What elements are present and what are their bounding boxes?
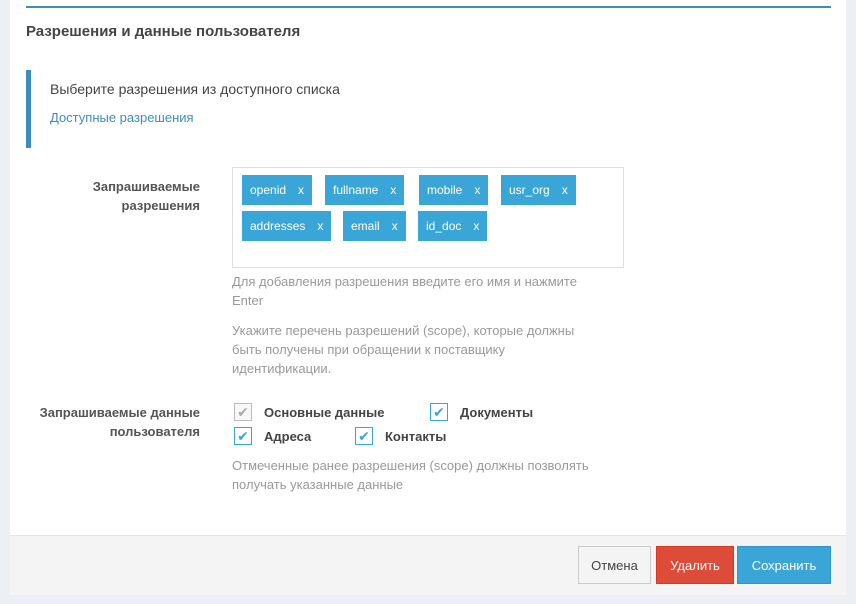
save-button[interactable]: Сохранить — [737, 546, 831, 584]
cancel-button[interactable]: Отмена — [578, 546, 651, 584]
checkmark-icon: ✔ — [234, 403, 252, 421]
tag-email: email x — [343, 211, 406, 241]
scopes-tag-input[interactable]: openid x fullname x mobile x usr_org x addre… — [232, 167, 624, 268]
delete-button[interactable]: Удалить — [656, 546, 734, 584]
remove-tag-icon[interactable]: x — [298, 183, 304, 197]
remove-tag-icon[interactable]: x — [562, 183, 568, 197]
remove-tag-icon[interactable]: x — [473, 219, 479, 233]
section-title: Разрешения и данные пользователя — [26, 23, 301, 40]
remove-tag-icon[interactable]: x — [392, 219, 398, 233]
info-callout: Выберите разрешения из доступного списка… — [26, 70, 836, 148]
available-scopes-link[interactable]: Доступные разрешения — [50, 110, 194, 125]
scopes-help-description: Укажите перечень разрешений (scope), кот… — [232, 323, 575, 376]
tag-fullname: fullname x — [325, 175, 405, 205]
tag-id-doc: id_doc x — [418, 211, 488, 241]
checkmark-icon: ✔ — [234, 427, 252, 445]
scopes-label: Запрашиваемые разрешения — [92, 179, 200, 213]
top-divider — [26, 6, 831, 8]
checkbox-documents[interactable]: ✔ Документы — [430, 403, 533, 421]
remove-tag-icon[interactable]: x — [474, 183, 480, 197]
checkbox-contacts[interactable]: ✔ Контакты — [355, 427, 446, 445]
tag-openid: openid x — [242, 175, 313, 205]
form-footer: Отмена Удалить Сохранить — [10, 535, 846, 595]
userdata-label: Запрашиваемые данные пользователя — [39, 405, 200, 439]
userdata-help: Отмеченные ранее разрешения (scope) долж… — [232, 458, 589, 492]
callout-text: Выберите разрешения из доступного списка — [50, 81, 340, 97]
tag-usr-org: usr_org x — [501, 175, 576, 205]
checkbox-addresses[interactable]: ✔ Адреса — [234, 427, 311, 445]
scopes-help-enter: Для добавления разрешения введите его им… — [232, 274, 577, 308]
tag-addresses: addresses x — [242, 211, 332, 241]
checkmark-icon: ✔ — [355, 427, 373, 445]
checkmark-icon: ✔ — [430, 403, 448, 421]
checkbox-basic-data[interactable]: ✔ Основные данные — [234, 403, 384, 421]
remove-tag-icon[interactable]: x — [317, 219, 323, 233]
remove-tag-icon[interactable]: x — [390, 183, 396, 197]
settings-panel: Разрешения и данные пользователя Выберит… — [10, 0, 846, 595]
tag-mobile: mobile x — [419, 175, 489, 205]
